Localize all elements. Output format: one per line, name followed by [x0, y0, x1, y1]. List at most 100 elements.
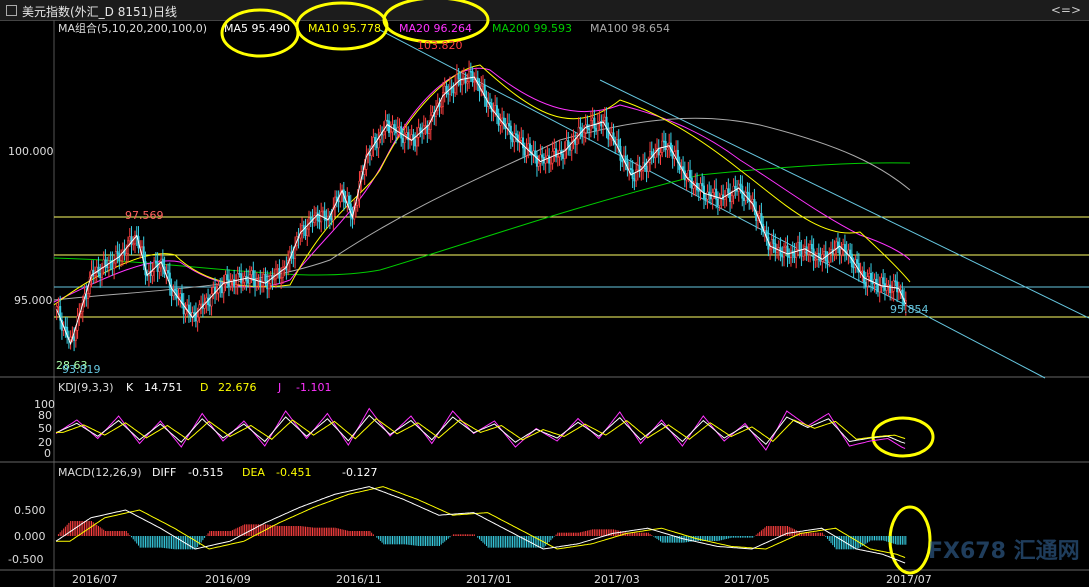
candle [649, 151, 652, 163]
xtick-2017-03: 2017/03 [594, 573, 640, 586]
candle [417, 127, 420, 138]
candle [615, 139, 618, 145]
candle [454, 84, 457, 94]
candle [471, 71, 474, 83]
candle [701, 183, 704, 187]
annotation-last: 95.854 [890, 303, 929, 316]
candle [452, 87, 455, 94]
candle [226, 274, 229, 281]
candles-group [55, 60, 907, 352]
candle [292, 256, 295, 259]
candle [650, 151, 653, 156]
candle [838, 247, 841, 256]
legend-kdj-d-val: 22.676 [218, 381, 257, 394]
legend-macd-dea: DEA [242, 466, 265, 479]
candle [283, 266, 286, 268]
candle [262, 273, 265, 283]
candle [739, 183, 742, 187]
candle [241, 281, 244, 284]
candle [264, 273, 267, 282]
candle [151, 271, 154, 277]
candle [537, 162, 540, 167]
legend-macd-val: -0.127 [342, 466, 377, 479]
candle [386, 119, 389, 122]
candle [301, 225, 304, 235]
xtick-2017-05: 2017/05 [724, 573, 770, 586]
annotation-circle-macd [888, 505, 932, 575]
candle [617, 139, 620, 147]
candle [821, 254, 824, 262]
candle [826, 260, 829, 263]
candle [889, 284, 892, 294]
candle [567, 140, 570, 147]
candle [793, 253, 796, 259]
candle [222, 283, 225, 294]
candle [154, 260, 157, 264]
legend-kdj-j: J [277, 381, 281, 394]
candle [276, 268, 279, 270]
candle [153, 260, 156, 273]
candle [882, 277, 885, 284]
candle [823, 251, 826, 255]
annotation-circle-ma20 [382, 0, 490, 44]
ytick-kdj-80: 80 [38, 409, 52, 422]
candle [582, 132, 585, 138]
candle [515, 133, 518, 136]
candle [325, 219, 328, 222]
ytick-kdj-50: 50 [38, 422, 52, 435]
candle [629, 168, 632, 171]
candle [640, 170, 643, 172]
candle [798, 241, 801, 251]
candle [716, 198, 719, 206]
candle [523, 147, 526, 156]
legend-ma20: MA20 96.264 [399, 22, 472, 35]
candle [267, 282, 270, 290]
candle [883, 283, 886, 291]
candle [781, 255, 784, 258]
legend-ma200: MA200 99.593 [492, 22, 572, 35]
candle [73, 336, 76, 341]
candle [424, 125, 427, 127]
candle [466, 81, 469, 84]
candle [410, 134, 413, 140]
ytick-macd-0000: 0.000 [14, 530, 46, 543]
candle [713, 188, 716, 193]
chart-canvas[interactable]: MA组合(5,10,20,200,100,0) MA5 95.490 MA10 … [0, 0, 1089, 587]
candle [598, 121, 601, 123]
candle [468, 70, 471, 83]
candle [457, 74, 460, 79]
candle [603, 116, 606, 121]
candle [556, 156, 559, 159]
candle [784, 245, 787, 248]
candle [431, 112, 434, 116]
candle [116, 251, 119, 254]
candle [215, 292, 218, 295]
candle [892, 280, 895, 292]
legend-kdj-d: D [200, 381, 208, 394]
candle [273, 278, 276, 281]
candle [57, 306, 60, 308]
candle [636, 165, 639, 171]
candle [167, 270, 170, 274]
ma200-line [53, 162, 911, 276]
candle [488, 102, 491, 104]
candle [132, 243, 135, 246]
candle [788, 256, 791, 258]
ma20-line [53, 67, 911, 303]
candle [234, 284, 237, 287]
candle [274, 268, 277, 280]
annotation-low: 93.819 [62, 363, 101, 376]
candle [666, 147, 669, 151]
candle [746, 191, 749, 194]
xtick-2017-07: 2017/07 [886, 573, 932, 586]
candle [114, 251, 117, 264]
candle [494, 105, 497, 112]
candle [689, 170, 692, 179]
legend-kdj-k: K [126, 381, 134, 394]
candle [697, 189, 700, 192]
candle [868, 273, 871, 277]
candle [250, 270, 253, 275]
candle [856, 259, 859, 264]
candle [588, 128, 591, 131]
legend-macd-dea-val: -0.451 [276, 466, 311, 479]
